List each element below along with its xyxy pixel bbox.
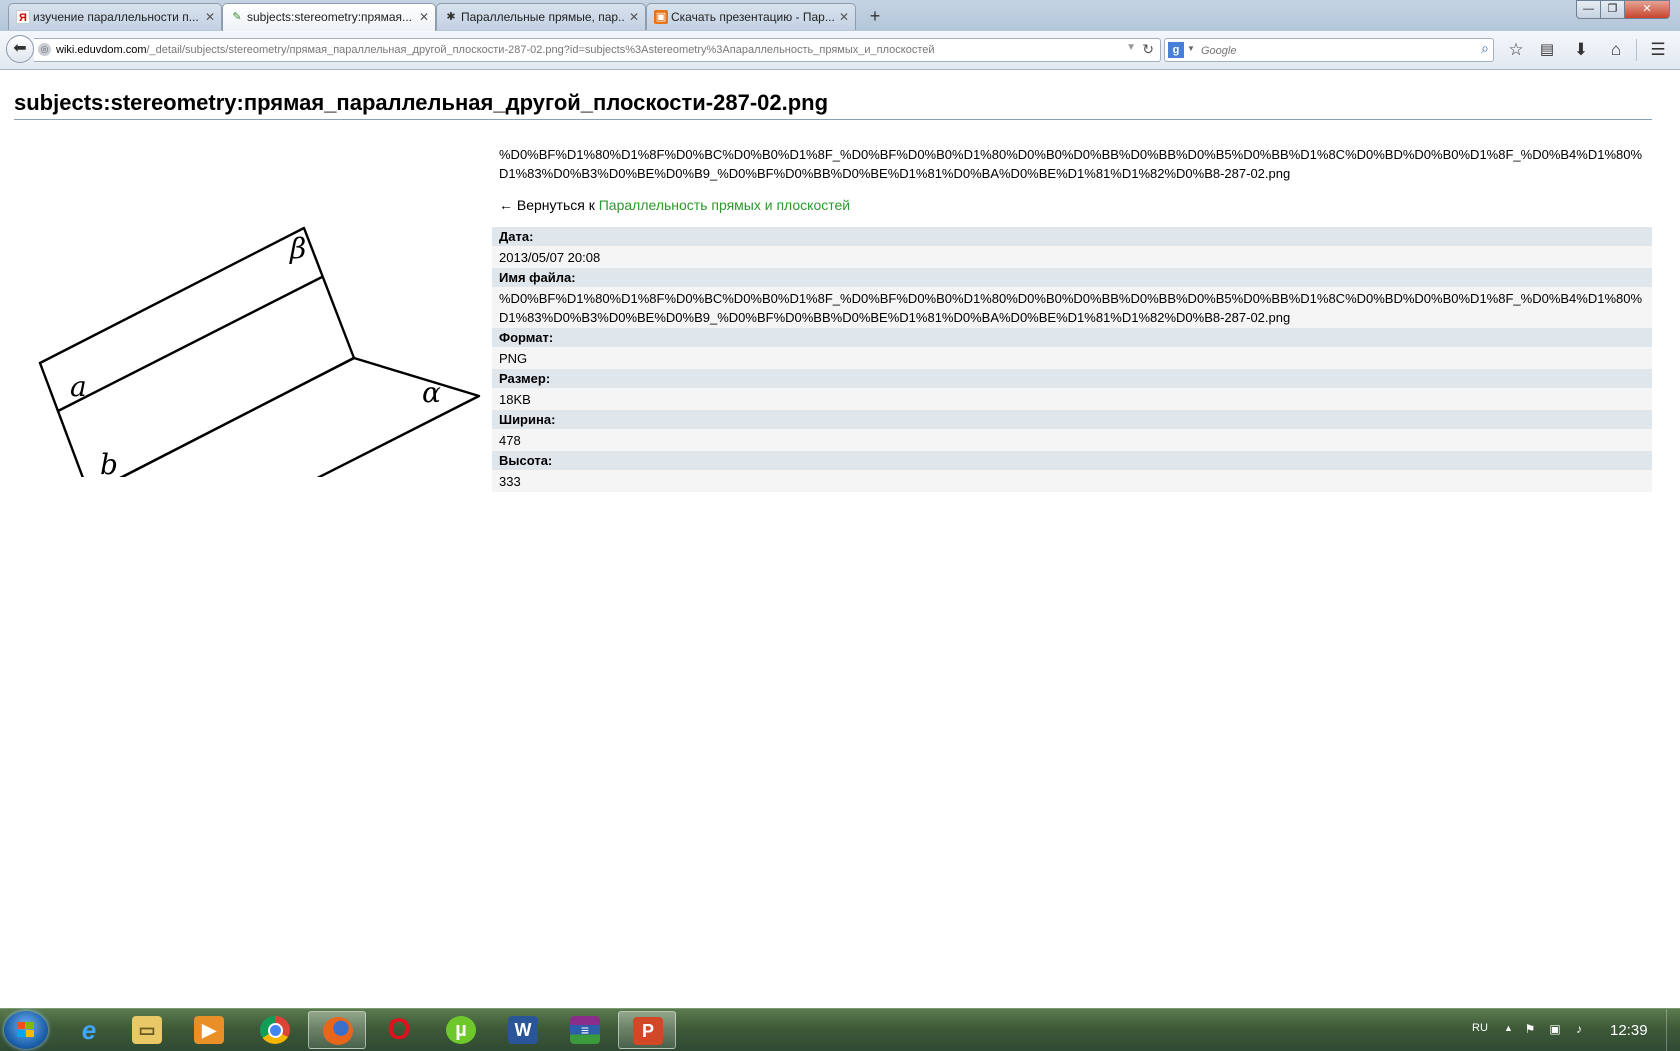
page-content: subjects:stereometry:прямая_параллельная… — [0, 70, 1680, 1008]
stereometry-figure: β a b α — [14, 140, 493, 477]
dropdown-arrow-icon[interactable]: ▼ — [1126, 42, 1136, 53]
reload-icon[interactable]: ↻ — [1142, 41, 1154, 58]
filename-value: %D0%BF%D1%80%D1%8F%D0%BC%D0%B0%D1%8F_%D0… — [492, 287, 1652, 328]
home-icon[interactable]: ⌂ — [1604, 39, 1628, 61]
label-alpha: α — [422, 376, 441, 409]
size-value: 18KB — [492, 388, 1652, 410]
back-link-line: ← Вернуться к Параллельность прямых и пл… — [499, 196, 850, 215]
taskbar-firefox[interactable] — [308, 1011, 366, 1049]
label-b: b — [100, 448, 118, 477]
tab-eduvdom[interactable]: ✎ subjects:stereometry:прямая... ✕ — [222, 3, 436, 31]
format-label: Формат: — [492, 328, 1652, 347]
bookmarks-list-icon[interactable]: ▤ — [1535, 39, 1559, 61]
date-label: Дата: — [492, 227, 1652, 246]
taskbar-powerpoint[interactable]: P — [618, 1011, 676, 1049]
clock[interactable]: 12:39 — [1610, 1022, 1648, 1039]
opera-icon: O — [387, 1013, 411, 1046]
word-icon: W — [508, 1016, 538, 1044]
taskbar-winrar[interactable]: ≡ — [556, 1011, 614, 1049]
chevron-down-icon[interactable]: ▼ — [1187, 44, 1195, 53]
label-a: a — [70, 370, 87, 403]
filename-label: Имя файла: — [492, 268, 1652, 287]
search-input[interactable] — [1199, 41, 1453, 61]
language-indicator[interactable]: RU — [1472, 1022, 1488, 1034]
tab-parallel[interactable]: ✱ Параллельные прямые, пар... ✕ — [436, 3, 646, 30]
metadata-list: Дата: 2013/05/07 20:08 Имя файла: %D0%BF… — [492, 227, 1652, 492]
network-icon[interactable]: ▣ — [1548, 1022, 1562, 1036]
url-host: wiki.eduvdom.com — [56, 44, 147, 56]
arrow-left-icon: ⬅ — [13, 40, 27, 57]
winrar-icon: ≡ — [570, 1016, 600, 1044]
close-icon[interactable]: ✕ — [839, 4, 849, 30]
powerpoint-icon: P — [633, 1017, 663, 1045]
close-window-button[interactable]: ✕ — [1624, 0, 1670, 19]
eduvdom-icon: ✎ — [232, 11, 242, 23]
windows-logo-icon — [17, 1022, 34, 1037]
google-icon[interactable]: g — [1168, 42, 1184, 58]
width-value: 478 — [492, 429, 1652, 451]
back-prefix: ← Вернуться к — [499, 197, 599, 213]
menu-icon[interactable]: ☰ — [1646, 39, 1670, 61]
bookmark-star-icon[interactable]: ☆ — [1504, 39, 1528, 61]
taskbar: e ▭ ▶ O µ W ≡ P RU ▲ ⚑ ▣ ♪ 12:39 — [0, 1008, 1680, 1051]
taskbar-word[interactable]: W — [494, 1011, 552, 1049]
taskbar-chrome[interactable] — [246, 1011, 304, 1049]
tab-presentation[interactable]: ▣ Скачать презентацию - Пар... ✕ — [646, 3, 856, 30]
tab-label: Скачать презентацию - Пар... — [671, 10, 835, 24]
explorer-icon: ▭ — [132, 1016, 162, 1044]
url-path: /_detail/subjects/stereometry/прямая_пар… — [146, 44, 935, 56]
show-desktop-button[interactable] — [1666, 1009, 1680, 1051]
height-label: Высота: — [492, 451, 1652, 470]
volume-icon[interactable]: ♪ — [1572, 1022, 1586, 1036]
back-button[interactable]: ⬅ — [6, 35, 34, 63]
plane-alpha-outline — [316, 356, 481, 477]
label-beta: β — [289, 232, 306, 265]
taskbar-media-player[interactable]: ▶ — [180, 1011, 238, 1049]
navigation-bar: ⬅ ◎ wiki.eduvdom.com/_detail/subjects/st… — [0, 31, 1680, 70]
maximize-button[interactable]: ❐ — [1600, 0, 1625, 19]
action-center-flag-icon[interactable]: ⚑ — [1523, 1022, 1537, 1036]
height-value: 333 — [492, 470, 1652, 492]
chrome-icon — [260, 1016, 290, 1044]
tray-expand-icon[interactable]: ▲ — [1504, 1023, 1513, 1033]
taskbar-opera[interactable]: O — [370, 1011, 428, 1049]
close-icon[interactable]: ✕ — [419, 4, 429, 30]
size-label: Размер: — [492, 369, 1652, 388]
tab-yandex[interactable]: Я изучение параллельности п... ✕ — [8, 3, 222, 30]
ie-icon: e — [81, 1015, 97, 1045]
start-button[interactable] — [4, 1011, 48, 1049]
back-link[interactable]: Параллельность прямых и плоскостей — [599, 197, 850, 213]
tab-label: subjects:stereometry:прямая... — [247, 10, 412, 24]
utorrent-icon: µ — [446, 1016, 476, 1044]
close-icon[interactable]: ✕ — [629, 4, 639, 30]
date-value: 2013/05/07 20:08 — [492, 246, 1652, 268]
new-tab-button[interactable]: + — [864, 4, 886, 28]
firefox-icon — [323, 1017, 353, 1045]
taskbar-utorrent[interactable]: µ — [432, 1011, 490, 1049]
format-value: PNG — [492, 347, 1652, 369]
close-icon[interactable]: ✕ — [205, 4, 215, 30]
toolbar-divider — [1636, 39, 1637, 61]
width-label: Ширина: — [492, 410, 1652, 429]
tab-label: Параллельные прямые, пар... — [461, 10, 625, 24]
taskbar-explorer[interactable]: ▭ — [118, 1011, 176, 1049]
tab-label: изучение параллельности п... — [33, 10, 199, 24]
encoded-filename: %D0%BF%D1%80%D1%8F%D0%BC%D0%B0%D1%8F_%D0… — [499, 147, 1643, 181]
url-text: wiki.eduvdom.com/_detail/subjects/stereo… — [56, 44, 935, 56]
media-player-icon: ▶ — [194, 1016, 224, 1044]
search-bar[interactable]: g ▼ ⌕ — [1164, 38, 1494, 62]
page-title: subjects:stereometry:прямая_параллельная… — [14, 90, 829, 115]
yandex-icon: Я — [16, 10, 30, 24]
minimize-button[interactable]: — — [1576, 0, 1601, 19]
search-icon[interactable]: ⌕ — [1481, 40, 1489, 57]
line-a — [56, 275, 324, 413]
url-bar[interactable]: ◎ wiki.eduvdom.com/_detail/subjects/ster… — [34, 38, 1161, 62]
taskbar-ie[interactable]: e — [60, 1011, 118, 1049]
tab-strip: Я изучение параллельности п... ✕ ✎ subje… — [0, 0, 1680, 32]
gear-favicon: ✱ — [446, 11, 456, 23]
globe-icon: ◎ — [38, 43, 51, 56]
presentation-icon: ▣ — [654, 10, 668, 24]
title-divider — [14, 119, 1652, 120]
download-icon[interactable]: ⬇ — [1569, 39, 1593, 61]
